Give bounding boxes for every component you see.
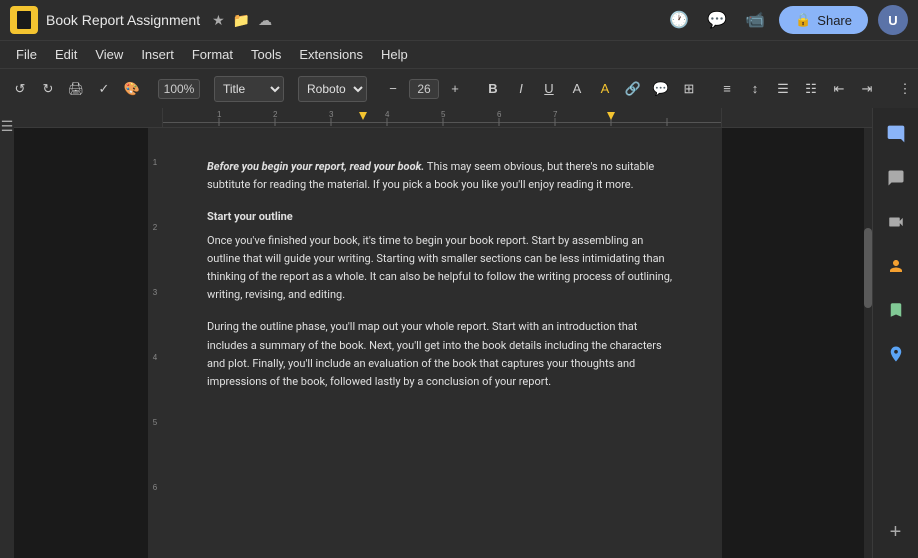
font-size-decrease[interactable]: − — [381, 76, 405, 102]
svg-text:1: 1 — [217, 110, 222, 119]
svg-text:5: 5 — [441, 110, 446, 119]
image-button[interactable]: ⊞ — [677, 76, 701, 102]
menu-extensions[interactable]: Extensions — [291, 45, 371, 64]
history-icon[interactable]: 🕐 — [665, 6, 693, 34]
menu-format[interactable]: Format — [184, 45, 241, 64]
user-avatar[interactable]: U — [878, 5, 908, 35]
app-icon-shape — [17, 11, 31, 29]
bold-italic-text: Before you begin your report, read your … — [207, 160, 424, 173]
font-size-increase[interactable]: + — [443, 76, 467, 102]
menu-tools[interactable]: Tools — [243, 45, 289, 64]
paragraph-3: During the outline phase, you'll map out… — [207, 318, 677, 391]
menu-edit[interactable]: Edit — [47, 45, 85, 64]
svg-text:4: 4 — [385, 110, 390, 119]
more-options-button[interactable]: ⋮ — [893, 76, 917, 102]
star-icon[interactable]: ★ — [212, 12, 225, 29]
menu-help[interactable]: Help — [373, 45, 416, 64]
comment-button[interactable]: 💬 — [649, 76, 673, 102]
sidebar-comments-icon[interactable] — [878, 116, 914, 152]
line-spacing-button[interactable]: ↕ — [743, 76, 767, 102]
svg-text:6: 6 — [497, 110, 502, 119]
menu-bar: File Edit View Insert Format Tools Exten… — [0, 40, 918, 68]
title-icons: ★ 📁 ☁ — [212, 12, 272, 29]
svg-text:2: 2 — [273, 110, 278, 119]
align-button[interactable]: ≡ — [715, 76, 739, 102]
ruler-center: 1 2 3 4 5 6 7 — [162, 108, 722, 127]
ruler-right — [722, 108, 872, 127]
share-lock-icon: 🔒 — [795, 12, 811, 28]
bullet-list-button[interactable]: ☰ — [771, 76, 795, 102]
zoom-level[interactable]: 100% — [158, 79, 200, 99]
cloud-icon[interactable]: ☁ — [258, 12, 272, 29]
ruler: 1 2 3 4 5 6 7 — [14, 108, 872, 128]
numbered-list-button[interactable]: ☷ — [799, 76, 823, 102]
underline-button[interactable]: U — [537, 76, 561, 102]
sidebar-chat-icon[interactable] — [878, 160, 914, 196]
ruler-svg: 1 2 3 4 5 6 7 — [163, 108, 721, 128]
document-scroll-area[interactable]: 1 2 3 4 5 6 7 1 2 — [14, 108, 872, 558]
spellcheck-button[interactable]: ✓ — [92, 76, 116, 102]
right-gutter — [722, 128, 864, 558]
document-page: Before you begin your report, read your … — [162, 128, 722, 558]
redo-button[interactable]: ↻ — [36, 76, 60, 102]
folder-icon[interactable]: 📁 — [233, 12, 250, 29]
document-title: Book Report Assignment — [46, 12, 200, 28]
format-toolbar: ↺ ↻ 🖨 ✓ 🎨 100% Title Normal Heading 1 Ro… — [0, 68, 918, 108]
heading-start-outline: Start your outline — [207, 208, 677, 226]
ruler-left — [14, 108, 162, 127]
comments-icon[interactable]: 💬 — [703, 6, 731, 34]
menu-insert[interactable]: Insert — [133, 45, 182, 64]
title-bar: Book Report Assignment ★ 📁 ☁ 🕐 💬 📹 🔒 Sha… — [0, 0, 918, 40]
title-toolbar-right: 🕐 💬 📹 🔒 Share U — [665, 5, 908, 35]
print-button[interactable]: 🖨 — [64, 76, 88, 102]
paragraph-1: Before you begin your report, read your … — [207, 158, 677, 194]
right-sidebar: + — [872, 108, 918, 558]
outline-panel[interactable]: ☰ — [0, 108, 14, 558]
svg-text:7: 7 — [553, 110, 558, 119]
sidebar-map-pin-icon[interactable] — [878, 336, 914, 372]
indent-decrease-button[interactable]: ⇤ — [827, 76, 851, 102]
scrollbar-track[interactable] — [864, 128, 872, 558]
undo-button[interactable]: ↺ — [8, 76, 32, 102]
sidebar-user-icon[interactable] — [878, 248, 914, 284]
sidebar-video-icon[interactable] — [878, 204, 914, 240]
heading-style-select[interactable]: Title Normal Heading 1 — [214, 76, 284, 102]
menu-file[interactable]: File — [8, 45, 45, 64]
sidebar-bookmark-icon[interactable] — [878, 292, 914, 328]
app-icon[interactable] — [10, 6, 38, 34]
paint-format-button[interactable]: 🎨 — [120, 76, 144, 102]
font-select[interactable]: Roboto Arial — [298, 76, 367, 102]
scrollbar-thumb[interactable] — [864, 228, 872, 308]
bold-button[interactable]: B — [481, 76, 505, 102]
indent-increase-button[interactable]: ⇥ — [855, 76, 879, 102]
left-gutter: 1 2 3 4 5 6 — [14, 128, 162, 558]
highlight-button[interactable]: A — [593, 76, 617, 102]
share-label: Share — [817, 13, 852, 28]
italic-button[interactable]: I — [509, 76, 533, 102]
content-area: ☰ — [0, 108, 918, 558]
meet-icon[interactable]: 📹 — [741, 6, 769, 34]
page-row: 1 2 3 4 5 6 Before you begin your report… — [14, 128, 872, 558]
link-button[interactable]: 🔗 — [621, 76, 645, 102]
text-color-button[interactable]: A — [565, 76, 589, 102]
menu-view[interactable]: View — [87, 45, 131, 64]
share-button[interactable]: 🔒 Share — [779, 6, 868, 34]
font-size[interactable]: 26 — [409, 79, 439, 99]
paragraph-2: Once you've finished your book, it's tim… — [207, 232, 677, 305]
sidebar-add-icon[interactable]: + — [878, 514, 914, 550]
svg-text:3: 3 — [329, 110, 334, 119]
